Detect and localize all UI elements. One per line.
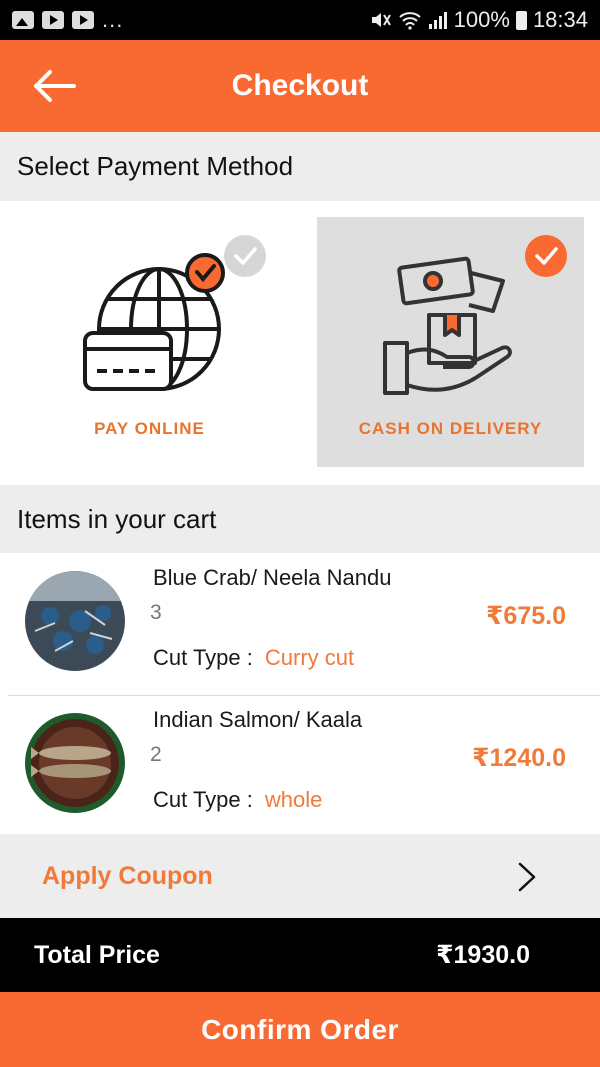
- chevron-right-icon: [518, 862, 536, 892]
- cart-item[interactable]: Indian Salmon/ Kaala 2 Cut Type : whole ₹…: [0, 697, 600, 837]
- apply-coupon-label: Apply Coupon: [42, 861, 213, 890]
- globe-card-icon: [82, 253, 225, 391]
- product-image: [25, 713, 125, 813]
- item-name: Blue Crab/ Neela Nandu: [153, 565, 392, 590]
- battery-icon: [515, 10, 527, 30]
- payment-section-title: Select Payment Method: [17, 151, 294, 181]
- cash-on-delivery-option[interactable]: CASH ON DELIVERY: [317, 217, 584, 467]
- divider: [8, 695, 600, 696]
- check-icon: [234, 247, 257, 265]
- cash-hand-icon: [382, 256, 512, 395]
- pay-online-label: PAY ONLINE: [94, 419, 205, 438]
- status-bar: ... 100% 18:34: [0, 0, 600, 40]
- product-image: [25, 571, 125, 671]
- battery-percent: 100%: [453, 7, 510, 32]
- cut-type-label: Cut Type :: [153, 645, 253, 670]
- clock: 18:34: [532, 7, 588, 32]
- item-quantity: 2: [150, 743, 162, 766]
- mute-icon: [371, 13, 391, 27]
- item-quantity: 3: [150, 601, 162, 624]
- pay-online-check: [224, 235, 266, 277]
- more-notifications: ...: [102, 7, 124, 32]
- total-label: Total Price: [34, 940, 160, 969]
- gallery-icon: [12, 11, 34, 29]
- item-cut-type: Cut Type : whole: [153, 787, 322, 813]
- item-cut-type: Cut Type : Curry cut: [153, 645, 354, 671]
- status-left: ...: [12, 7, 123, 33]
- item-price: ₹1240.0: [472, 744, 566, 772]
- back-arrow-icon[interactable]: [30, 66, 78, 106]
- cod-check: [525, 235, 567, 277]
- pay-online-option[interactable]: PAY ONLINE: [16, 217, 283, 467]
- apply-coupon-button[interactable]: Apply Coupon: [0, 834, 600, 918]
- youtube-icon: [42, 11, 64, 29]
- status-right: 100% 18:34: [370, 7, 588, 33]
- confirm-order-button[interactable]: Confirm Order: [0, 992, 600, 1067]
- cart-section-title: Items in your cart: [17, 503, 217, 534]
- payment-section-header: Select Payment Method: [0, 132, 600, 201]
- app-header: Checkout: [0, 40, 600, 132]
- total-bar: Total Price ₹1930.0: [0, 918, 600, 992]
- item-price: ₹675.0: [486, 602, 566, 630]
- cart-section-header: Items in your cart: [0, 485, 600, 553]
- cut-type-value: whole: [264, 787, 323, 812]
- check-icon: [535, 247, 558, 265]
- wifi-icon: [398, 12, 421, 30]
- item-name: Indian Salmon/ Kaala: [153, 707, 363, 732]
- page-title: Checkout: [231, 69, 369, 102]
- youtube-icon: [72, 11, 94, 29]
- cut-type-value: Curry cut: [264, 645, 355, 670]
- cod-label: CASH ON DELIVERY: [358, 419, 543, 438]
- cart-item[interactable]: Blue Crab/ Neela Nandu 3 Cut Type : Curry…: [0, 555, 600, 695]
- signal-icon: [428, 12, 447, 29]
- total-value: ₹1930.0: [436, 941, 530, 969]
- cut-type-label: Cut Type :: [153, 787, 253, 812]
